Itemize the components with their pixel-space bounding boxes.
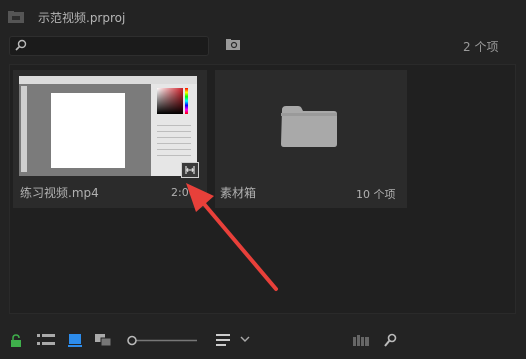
bottom-toolbar — [0, 326, 526, 359]
item-count: 2 个项 — [463, 40, 499, 54]
icon-view-icon[interactable] — [68, 333, 82, 347]
sort-icon[interactable] — [216, 334, 230, 346]
freeform-view-icon[interactable] — [95, 334, 115, 347]
thumb-properties — [157, 120, 191, 160]
thumb-color-picker — [157, 88, 183, 114]
new-bin-icon[interactable] — [226, 39, 240, 50]
thumb-hue-strip — [185, 88, 188, 114]
thumb-canvas — [51, 93, 125, 168]
bin-item-count: 10 个项 — [356, 188, 396, 201]
zoom-slider[interactable] — [127, 335, 199, 346]
find-icon[interactable] — [384, 333, 397, 347]
bin-folder-icon — [281, 106, 337, 147]
project-folder-icon — [8, 11, 24, 23]
thumb-toolbar — [21, 86, 27, 172]
clip-duration: 2:00 — [171, 186, 196, 199]
project-title: 示范视频.prproj — [38, 11, 126, 25]
clip-name[interactable]: 练习视频.mp4 — [20, 184, 99, 201]
thumb-menubar — [19, 76, 197, 84]
bin-name[interactable]: 素材箱 — [220, 184, 256, 201]
sort-dropdown-icon[interactable] — [240, 336, 250, 343]
lock-icon[interactable] — [10, 334, 22, 347]
list-view-icon[interactable] — [37, 334, 55, 346]
automate-icon[interactable] — [353, 335, 369, 346]
in-out-badge-icon[interactable] — [181, 162, 199, 178]
search-input[interactable] — [9, 36, 209, 56]
clip-thumbnail[interactable] — [19, 76, 197, 176]
search-icon — [15, 39, 27, 51]
